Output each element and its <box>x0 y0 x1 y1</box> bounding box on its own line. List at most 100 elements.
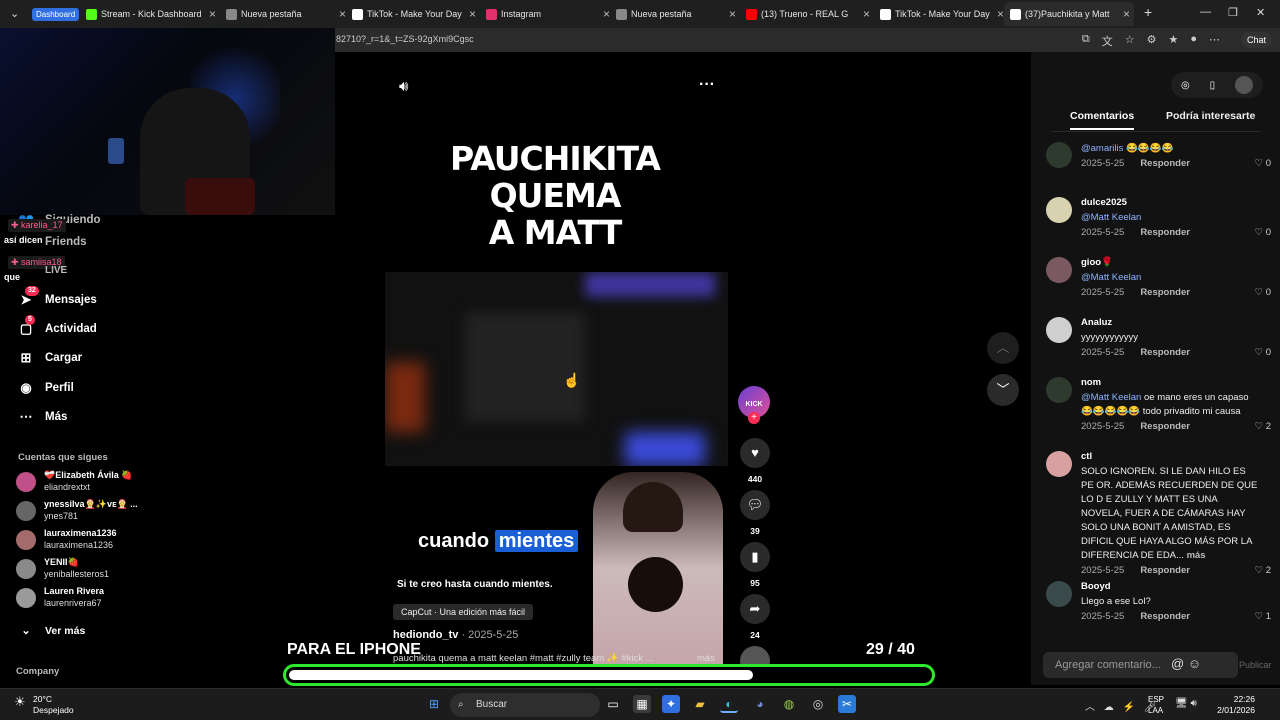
close-tab-icon[interactable]: × <box>469 7 476 21</box>
nav-item-live[interactable]: LIVE <box>45 265 67 276</box>
reply-button[interactable]: Responder <box>1140 421 1190 432</box>
close-window-icon[interactable]: ✕ <box>1256 6 1265 19</box>
mention-icon[interactable]: @ <box>1171 656 1184 671</box>
close-tab-icon[interactable]: × <box>339 7 346 21</box>
description-more-link[interactable]: más <box>697 653 715 664</box>
comment-action[interactable]: 💬︎ 39 <box>738 490 772 536</box>
close-tab-icon[interactable]: × <box>863 7 870 21</box>
nav-item-mensajes[interactable]: ➤ 32 Mensajes <box>18 286 97 308</box>
following-account[interactable]: Lauren Rivera laurenrivera67 <box>16 586 156 612</box>
reply-button[interactable]: Responder <box>1140 347 1190 358</box>
task-view-icon[interactable]: ▭ <box>604 695 622 713</box>
reply-button[interactable]: Responder <box>1140 287 1190 298</box>
comment-input[interactable]: Agregar comentario... <box>1043 652 1238 678</box>
snipping-tool-icon[interactable]: ✂ <box>838 695 856 713</box>
browser-tab[interactable]: Stream - Kick Dashboard × <box>80 2 220 26</box>
following-account[interactable]: ❤️‍🩹Elizabeth Ávila 🍓 eliandrextxt <box>16 470 156 496</box>
browser-tab[interactable]: Nueva pestaña × <box>220 2 350 26</box>
comment-avatar[interactable] <box>1046 197 1072 223</box>
comment-mention[interactable]: @Matt Keelan <box>1081 392 1141 403</box>
comment-like[interactable]: ♡ 2 <box>1255 565 1271 576</box>
share-action[interactable]: ➦ 24 <box>738 594 772 640</box>
comment-author[interactable]: Booyd <box>1081 581 1111 592</box>
close-tab-icon[interactable]: × <box>209 7 216 21</box>
nav-item-mas[interactable]: ⋯ Más <box>18 409 68 425</box>
close-tab-icon[interactable]: × <box>729 7 736 21</box>
browser-tab[interactable]: TikTok - Make Your Day × <box>346 2 480 26</box>
comment-avatar[interactable] <box>1046 257 1072 283</box>
copilot-chat-button[interactable]: Chat <box>1240 32 1272 48</box>
comment-mention[interactable]: @Matt Keelan <box>1081 212 1141 223</box>
windows-start-icon[interactable]: ⊞ <box>425 695 443 713</box>
reply-button[interactable]: Responder <box>1140 227 1190 238</box>
favorites-icon[interactable]: ★ <box>1168 33 1178 49</box>
comment-author[interactable]: ctl <box>1081 451 1092 462</box>
user-avatar[interactable] <box>1235 76 1254 94</box>
taskbar-search[interactable]: ⌕ Buscar <box>450 693 600 717</box>
previous-video-arrow[interactable]: ︿ <box>987 332 1019 364</box>
next-video-arrow[interactable]: ﹀ <box>987 374 1019 406</box>
browser-tab[interactable]: Instagram × <box>480 2 614 26</box>
url-text[interactable]: 82710?_r=1&_t=ZS-92gXmi9Cgsc <box>336 34 474 44</box>
company-link[interactable]: Company <box>16 666 59 677</box>
file-explorer-icon[interactable]: ▰ <box>691 695 709 713</box>
browser-tab[interactable]: TikTok - Make Your Day × <box>874 2 1008 26</box>
video-more-icon[interactable]: ··· <box>699 76 715 94</box>
nav-item-friends[interactable]: Friends <box>45 236 87 248</box>
comment-icon[interactable]: 💬︎ <box>740 490 770 520</box>
comment-author[interactable]: dulce2025 <box>1081 197 1127 208</box>
close-tab-icon[interactable]: × <box>997 7 1004 21</box>
share-icon[interactable]: ➦ <box>740 594 770 624</box>
weather-widget[interactable]: ☀ 20°C Despejado <box>14 694 74 716</box>
reply-button[interactable]: Responder <box>1140 158 1190 169</box>
bookmark-icon[interactable]: ▮ <box>740 542 770 572</box>
tab-comentarios[interactable]: Comentarios <box>1070 110 1135 130</box>
profile-avatar-icon[interactable]: ● <box>1190 33 1197 49</box>
following-account[interactable]: YENII🍓 yeniballesteros1 <box>16 557 156 583</box>
reply-button[interactable]: Responder <box>1140 565 1190 576</box>
video-player[interactable]: 🔊︎ ··· PAUCHIKITA QUEMA A MATT ☝ cuando … <box>335 52 1030 685</box>
capcut-badge[interactable]: CapCut · Una edición más fácil <box>393 604 534 620</box>
maximize-icon[interactable]: ❐ <box>1228 6 1238 19</box>
app-icon[interactable]: ◍ <box>780 695 798 713</box>
comment-mention[interactable]: @amarilis <box>1081 143 1123 154</box>
comment-author[interactable]: gioo🌹 <box>1081 257 1113 268</box>
follow-plus-icon[interactable]: + <box>748 412 760 424</box>
emoji-icon[interactable]: ☺ <box>1188 656 1201 671</box>
discord-icon[interactable]: ◕ <box>751 695 769 713</box>
close-tab-icon[interactable]: × <box>603 7 610 21</box>
tray-app-icon-2[interactable]: ⚡ <box>1123 702 1135 713</box>
nav-item-actividad[interactable]: ▢ 5 Actividad <box>18 315 97 337</box>
comment-avatar[interactable] <box>1046 451 1072 477</box>
ver-mas-link[interactable]: ⌄ Ver más <box>18 623 85 639</box>
comment-mention[interactable]: @Matt Keelan <box>1081 272 1141 283</box>
close-tab-icon[interactable]: × <box>1123 7 1130 21</box>
nav-item-cargar[interactable]: ⊞ Cargar <box>18 350 83 366</box>
video-author[interactable]: hediondo_tv · 2025-5-25 <box>393 629 518 641</box>
obs-icon[interactable]: ◎ <box>809 695 827 713</box>
publish-button[interactable]: Publicar <box>1239 660 1272 670</box>
comment-author[interactable]: nom <box>1081 377 1101 388</box>
comment-like[interactable]: ♡ 0 <box>1255 287 1271 298</box>
comment-avatar[interactable] <box>1046 317 1072 343</box>
browser-tab[interactable]: (37)Pauchikita y Matt × <box>1004 2 1134 26</box>
comment-like[interactable]: ♡ 1 <box>1255 611 1271 622</box>
translate-icon[interactable]: 文 <box>1102 33 1113 49</box>
like-action[interactable]: ♥ 440 <box>738 438 772 484</box>
tray-app-icon[interactable]: ☁ <box>1104 702 1114 713</box>
copilot-icon[interactable]: ✦ <box>662 695 680 713</box>
comment-avatar[interactable] <box>1046 142 1072 168</box>
comment-like[interactable]: ♡ 0 <box>1255 347 1271 358</box>
comment-like[interactable]: ♡ 0 <box>1255 158 1271 169</box>
comment-like[interactable]: ♡ 0 <box>1255 227 1271 238</box>
nav-item-perfil[interactable]: ◉ Perfil <box>18 380 73 396</box>
favorite-star-icon[interactable]: ☆ <box>1125 33 1135 49</box>
settings-more-icon[interactable]: ⋯ <box>1209 33 1220 49</box>
network-volume-icons[interactable]: 🖥︎ 🔊︎ <box>1175 698 1197 709</box>
language-indicator[interactable]: ESP LAA <box>1148 694 1164 716</box>
minimize-icon[interactable]: — <box>1200 6 1211 18</box>
tab-podria-interesarte[interactable]: Podría interesarte <box>1166 110 1255 122</box>
edge-browser-icon[interactable]: ◐ <box>720 695 738 713</box>
following-account[interactable]: ynessilva🤶✨ᴠᴇ🤶 ... ynes781 <box>16 499 156 525</box>
phone-icon[interactable]: ▯ <box>1210 80 1216 91</box>
